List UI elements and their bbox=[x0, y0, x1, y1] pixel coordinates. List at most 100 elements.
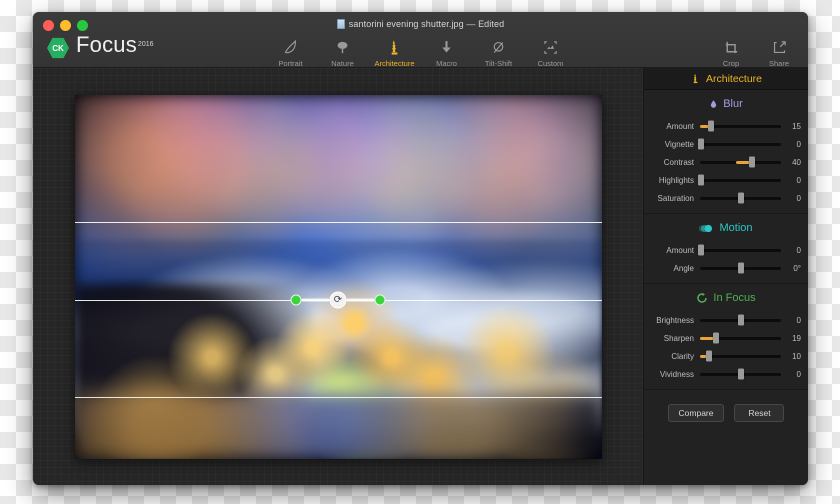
slider-thumb[interactable] bbox=[713, 332, 720, 344]
slider-brightness[interactable]: Brightness 0 bbox=[644, 311, 808, 329]
preset-nature-label: Nature bbox=[331, 59, 354, 68]
focus-guide-line-bottom[interactable] bbox=[74, 396, 602, 398]
slider-thumb[interactable] bbox=[748, 156, 755, 168]
rotate-icon[interactable]: ⟳ bbox=[329, 291, 347, 309]
slider-value: 40 bbox=[792, 157, 801, 167]
app-name: Focus bbox=[76, 32, 137, 57]
window-body: ⟳ Architecture Blur Amount 15 Vignette 0… bbox=[33, 68, 808, 485]
preset-tilt-shift[interactable]: Tilt-Shift bbox=[475, 38, 523, 68]
title-bar: santorini evening shutter.jpg — Edited C… bbox=[33, 12, 808, 68]
macro-icon bbox=[423, 38, 471, 56]
slider-label: Clarity bbox=[671, 351, 694, 361]
window-title: santorini evening shutter.jpg — Edited bbox=[33, 19, 808, 29]
slider-track[interactable] bbox=[697, 174, 781, 186]
section-in-focus: In Focus Brightness 0 Sharpen 19 Clarity… bbox=[644, 284, 808, 390]
slider-label: Amount bbox=[666, 121, 694, 131]
reset-button[interactable]: Reset bbox=[734, 404, 785, 422]
slider-contrast[interactable]: Contrast 40 bbox=[644, 153, 808, 171]
sidebar-header: Architecture bbox=[644, 68, 808, 90]
slider-track[interactable] bbox=[700, 120, 781, 132]
sidebar-header-label: Architecture bbox=[705, 72, 763, 85]
preset-custom[interactable]: Custom bbox=[527, 38, 575, 68]
slider-thumb[interactable] bbox=[707, 120, 714, 132]
preset-portrait[interactable]: Portrait bbox=[267, 38, 315, 68]
slider-label: Highlights bbox=[658, 175, 694, 185]
preset-architecture[interactable]: Architecture bbox=[371, 38, 419, 68]
slider-label: Amount bbox=[666, 245, 694, 255]
photo-image bbox=[74, 94, 602, 459]
slider-vividness[interactable]: Vividness 0 bbox=[644, 365, 808, 383]
slider-label: Brightness bbox=[656, 315, 694, 325]
section-in-focus-label: In Focus bbox=[713, 292, 756, 304]
slider-thumb[interactable] bbox=[697, 138, 704, 150]
slider-motion-amount[interactable]: Amount 0 bbox=[644, 241, 808, 259]
slider-value: 0 bbox=[796, 139, 801, 149]
slider-saturation[interactable]: Saturation 0 bbox=[644, 189, 808, 207]
slider-label: Saturation bbox=[657, 193, 694, 203]
section-in-focus-title: In Focus bbox=[644, 292, 808, 304]
preset-portrait-label: Portrait bbox=[278, 59, 303, 68]
slider-thumb[interactable] bbox=[705, 350, 712, 362]
slider-label: Angle bbox=[673, 263, 694, 273]
slider-sharpen[interactable]: Sharpen 19 bbox=[644, 329, 808, 347]
app-logo-icon: CK bbox=[47, 37, 69, 59]
building-icon bbox=[690, 72, 701, 85]
slider-track[interactable] bbox=[700, 350, 781, 362]
preset-tilt-shift-label: Tilt-Shift bbox=[484, 59, 513, 68]
slider-motion-angle[interactable]: Angle 0° bbox=[644, 259, 808, 277]
slider-track[interactable] bbox=[697, 138, 781, 150]
section-motion-title: Motion bbox=[644, 222, 808, 234]
section-motion: Motion Amount 0 Angle 0° bbox=[644, 214, 808, 284]
focus-icon bbox=[696, 292, 708, 304]
handle-bar-right bbox=[346, 298, 375, 302]
slider-thumb[interactable] bbox=[737, 314, 744, 326]
slider-track[interactable] bbox=[700, 192, 781, 204]
droplet-icon bbox=[709, 98, 718, 110]
section-blur: Blur Amount 15 Vignette 0 Contrast 40 Hi… bbox=[644, 90, 808, 214]
slider-track[interactable] bbox=[700, 368, 781, 380]
section-blur-label: Blur bbox=[723, 98, 743, 110]
slider-amount-blur[interactable]: Amount 15 bbox=[644, 117, 808, 135]
preset-nature[interactable]: Nature bbox=[319, 38, 367, 68]
slider-value: 15 bbox=[792, 121, 801, 131]
app-year: 2016 bbox=[137, 40, 154, 48]
canvas-area[interactable]: ⟳ bbox=[33, 68, 643, 485]
slider-label: Contrast bbox=[663, 157, 694, 167]
crop-button[interactable]: Crop bbox=[714, 38, 748, 68]
photo-canvas[interactable]: ⟳ bbox=[74, 94, 602, 459]
slider-clarity[interactable]: Clarity 10 bbox=[644, 347, 808, 365]
section-motion-label: Motion bbox=[719, 222, 753, 234]
slider-value: 10 bbox=[792, 351, 801, 361]
share-button[interactable]: Share bbox=[762, 38, 796, 68]
share-icon bbox=[762, 38, 796, 56]
tilt-shift-handle[interactable]: ⟳ bbox=[290, 291, 386, 309]
slider-value: 19 bbox=[792, 333, 801, 343]
slider-track[interactable] bbox=[700, 332, 781, 344]
slider-track[interactable] bbox=[700, 156, 781, 168]
slider-vignette[interactable]: Vignette 0 bbox=[644, 135, 808, 153]
tree-icon bbox=[319, 38, 367, 56]
custom-icon bbox=[527, 38, 575, 56]
slider-thumb[interactable] bbox=[737, 368, 744, 380]
preset-macro[interactable]: Macro bbox=[423, 38, 471, 68]
crop-label: Crop bbox=[722, 59, 740, 68]
share-label: Share bbox=[768, 59, 789, 68]
slider-thumb[interactable] bbox=[737, 192, 744, 204]
slider-highlights[interactable]: Highlights 0 bbox=[644, 171, 808, 189]
compare-button[interactable]: Compare bbox=[667, 404, 725, 422]
slider-track[interactable] bbox=[700, 262, 781, 274]
slider-track[interactable] bbox=[700, 314, 781, 326]
focus-guide-line-top[interactable] bbox=[74, 221, 602, 223]
slider-thumb[interactable] bbox=[697, 174, 704, 186]
slider-track[interactable] bbox=[697, 244, 781, 256]
handle-dot-right[interactable] bbox=[374, 294, 386, 306]
handle-bar-left bbox=[301, 298, 330, 302]
slider-thumb[interactable] bbox=[697, 244, 704, 256]
motion-icon bbox=[699, 223, 714, 234]
slider-thumb[interactable] bbox=[737, 262, 744, 274]
slider-value: 0 bbox=[796, 245, 801, 255]
handle-dot-left[interactable] bbox=[290, 294, 302, 306]
document-icon bbox=[336, 19, 345, 29]
slider-value: 0 bbox=[796, 175, 801, 185]
section-blur-title: Blur bbox=[644, 98, 808, 110]
